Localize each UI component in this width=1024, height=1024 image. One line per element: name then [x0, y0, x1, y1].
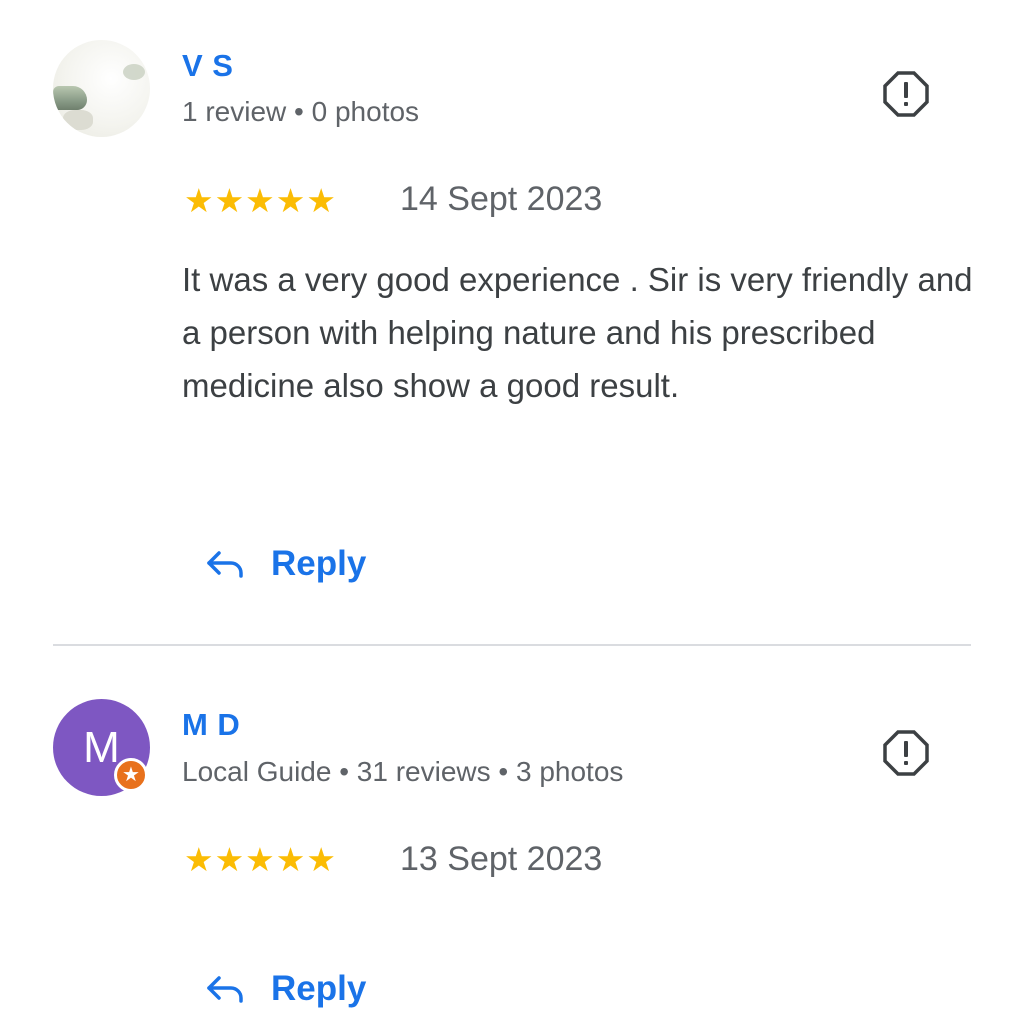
reply-arrow-icon — [207, 551, 243, 578]
avatar-photo — [53, 40, 150, 137]
reviewer-meta: Local Guide • 31 reviews • 3 photos — [182, 756, 624, 787]
reviewer-name[interactable]: M D — [182, 707, 240, 743]
avatar[interactable]: M ★ — [53, 699, 150, 796]
divider — [53, 644, 971, 646]
report-icon[interactable] — [882, 729, 930, 777]
reply-label: Reply — [271, 544, 367, 583]
reply-arrow-icon — [207, 976, 243, 1003]
reply-button[interactable]: Reply — [205, 540, 366, 588]
reviewer-meta: 1 review • 0 photos — [182, 96, 420, 127]
review-text: It was a very good experience . Sir is v… — [182, 261, 973, 404]
local-guide-badge-icon: ★ — [114, 758, 148, 792]
avatar[interactable] — [53, 40, 150, 137]
star-rating: ★★★★★ — [184, 182, 337, 219]
star-rating: ★★★★★ — [184, 841, 337, 878]
reply-label: Reply — [271, 969, 367, 1008]
reply-button[interactable]: Reply — [205, 965, 366, 1013]
reviewer-name[interactable]: V S — [182, 48, 233, 84]
report-icon[interactable] — [882, 70, 930, 118]
review-date: 13 Sept 2023 — [400, 840, 603, 878]
review-date: 14 Sept 2023 — [400, 180, 603, 218]
